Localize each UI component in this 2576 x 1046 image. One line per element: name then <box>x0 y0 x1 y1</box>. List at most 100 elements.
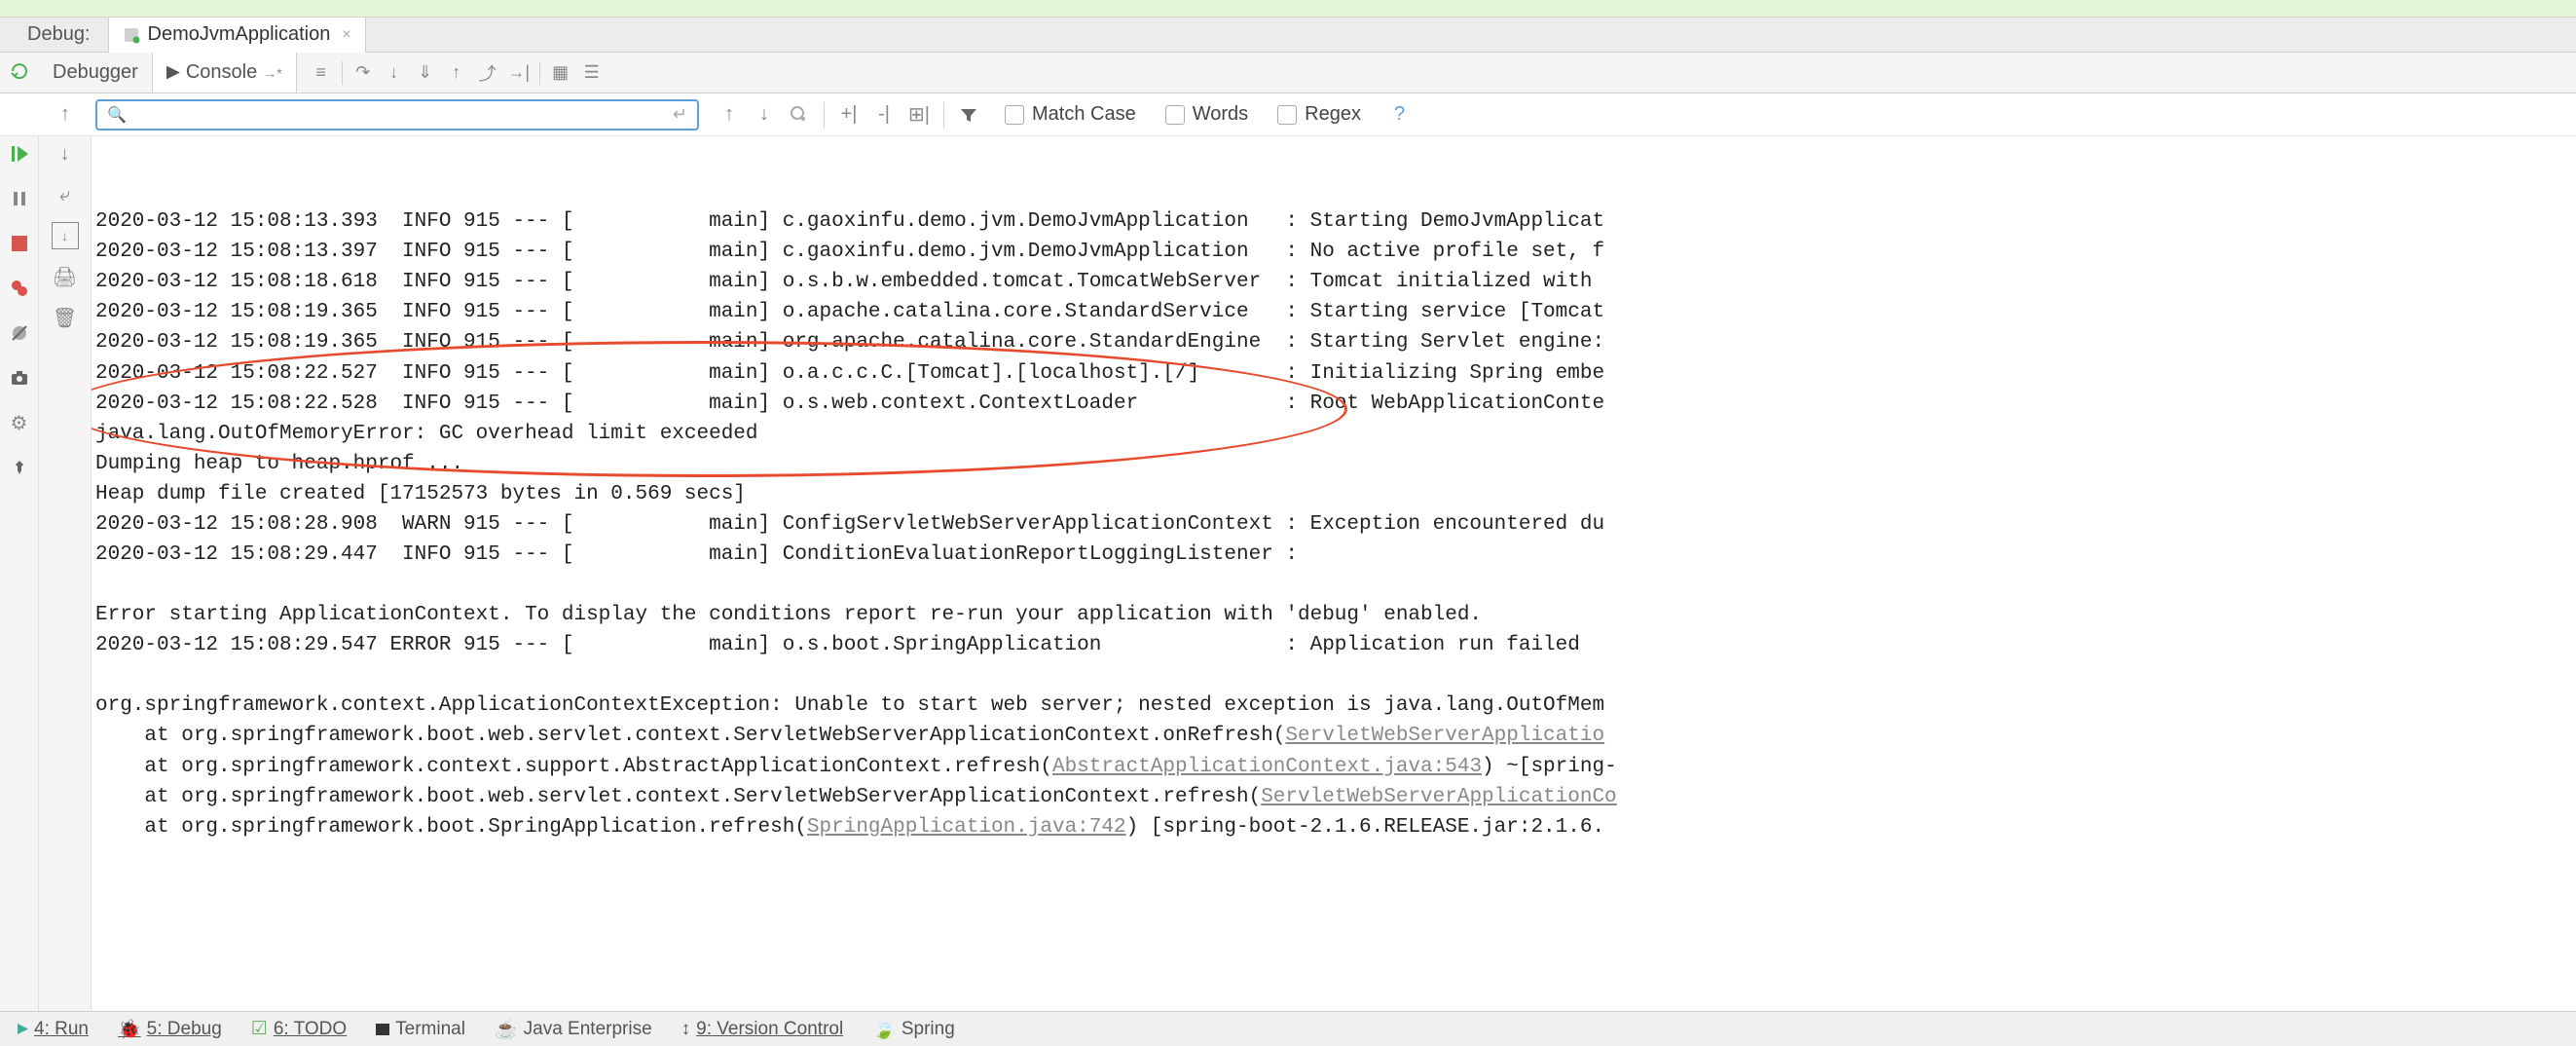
check-icon: ☑ <box>251 1018 268 1040</box>
step-out-icon[interactable]: ↑ <box>442 58 471 88</box>
remove-selection-icon[interactable]: -| <box>867 98 901 131</box>
words-label: Words <box>1193 103 1248 126</box>
regex-checkbox[interactable]: Regex <box>1277 103 1361 126</box>
console-line: 2020-03-12 15:08:22.528 INFO 915 --- [ m… <box>95 389 2572 419</box>
debug-tool-button[interactable]: 🐞 5: Debug <box>118 1018 222 1041</box>
console-line: org.springframework.context.ApplicationC… <box>95 691 2572 721</box>
vcs-tool-button[interactable]: ↕ 9: Version Control <box>681 1019 844 1040</box>
console-line: at org.springframework.boot.SpringApplic… <box>95 812 2572 842</box>
console-output[interactable]: 2020-03-12 15:08:13.393 INFO 915 --- [ m… <box>92 136 2576 1011</box>
print-icon[interactable]: 🖨 <box>52 263 79 290</box>
source-link[interactable]: ServletWebServerApplicationCo <box>1261 786 1616 808</box>
todo-tool-button[interactable]: ☑ 6: TODO <box>251 1018 347 1040</box>
top-green-bar <box>0 0 2576 18</box>
console-line: 2020-03-12 15:08:13.393 INFO 915 --- [ m… <box>95 206 2572 237</box>
console-line: 2020-03-12 15:08:19.365 INFO 915 --- [ m… <box>95 327 2572 357</box>
separator <box>824 102 825 128</box>
regex-label: Regex <box>1305 103 1361 126</box>
bottom-tool-bar: 4: Run 🐞 5: Debug ☑ 6: TODO Terminal ☕ J… <box>0 1011 2576 1046</box>
bug-icon: 🐞 <box>118 1018 141 1041</box>
toolbar-row: Debugger Console →* ≡ ↷ ↓ ⇓ ↑ ⤴ →| ▦ ☰ <box>0 53 2576 93</box>
vcs-tool-label: 9: Version Control <box>696 1019 843 1039</box>
settings-icon[interactable]: ⚙ <box>6 409 33 436</box>
console-line: 2020-03-12 15:08:28.908 WARN 915 --- [ m… <box>95 509 2572 540</box>
toggle-lines-icon[interactable]: ≡ <box>307 58 336 88</box>
debug-tool-label: 5: Debug <box>147 1019 222 1039</box>
console-line: 2020-03-12 15:08:18.618 INFO 915 --- [ m… <box>95 267 2572 297</box>
trace-icon[interactable]: ☰ <box>577 58 607 88</box>
scroll-up-icon[interactable]: ↑ <box>52 101 79 129</box>
debug-tab-bar: Debug: DemoJvmApplication × <box>0 18 2576 53</box>
stop-icon[interactable] <box>6 230 33 257</box>
source-link[interactable]: ServletWebServerApplicatio <box>1285 725 1604 747</box>
console-line: Heap dump file created [17152573 bytes i… <box>95 479 2572 509</box>
terminal-tool-button[interactable]: Terminal <box>376 1019 465 1040</box>
mute-breakpoints-icon[interactable] <box>6 319 33 347</box>
console-tab[interactable]: Console →* <box>153 53 297 93</box>
help-icon[interactable]: ? <box>1394 103 1405 126</box>
separator <box>943 102 944 128</box>
run-to-cursor-icon[interactable]: →| <box>504 58 534 88</box>
terminal-tool-label: Terminal <box>395 1019 465 1040</box>
spring-tool-label: Spring <box>902 1019 955 1040</box>
console-controls-gutter: ↓ ⤶ ↓ 🖨 🗑 <box>39 136 92 1011</box>
add-selection-icon[interactable]: +| <box>832 98 865 131</box>
spring-icon: 🍃 <box>872 1018 896 1041</box>
step-into-icon[interactable]: ↓ <box>380 58 409 88</box>
debugger-tab[interactable]: Debugger <box>39 53 153 93</box>
drop-frame-icon[interactable]: ⤴ <box>473 58 502 88</box>
close-icon[interactable]: × <box>342 26 350 44</box>
camera-icon[interactable] <box>6 364 33 392</box>
debug-label: Debug: <box>10 23 108 46</box>
next-match-icon[interactable]: ↓ <box>748 98 781 131</box>
match-case-checkbox[interactable]: Match Case <box>1005 103 1136 126</box>
console-line: java.lang.OutOfMemoryError: GC overhead … <box>95 419 2572 449</box>
pin-icon[interactable] <box>6 454 33 481</box>
console-line: at org.springframework.context.support.A… <box>95 752 2572 782</box>
debug-tab-active[interactable]: DemoJvmApplication × <box>108 18 366 53</box>
checkbox-icon <box>1165 105 1185 125</box>
play-icon <box>18 1024 28 1034</box>
scroll-to-end-icon[interactable]: ↓ <box>52 222 79 249</box>
spring-tool-button[interactable]: 🍃 Spring <box>872 1018 955 1041</box>
step-over-icon[interactable]: ↷ <box>349 58 378 88</box>
source-link[interactable]: SpringApplication.java:742 <box>807 816 1126 839</box>
arrow-right-icon: →* <box>263 65 281 81</box>
pause-icon[interactable] <box>6 185 33 212</box>
select-all-icon[interactable]: ⊞| <box>902 98 936 131</box>
prev-match-icon[interactable]: ↑ <box>713 98 746 131</box>
separator <box>342 61 343 85</box>
words-checkbox[interactable]: Words <box>1165 103 1248 126</box>
java-ee-tool-button[interactable]: ☕ Java Enterprise <box>495 1018 652 1041</box>
console-line: Dumping heap to heap.hprof ... <box>95 449 2572 479</box>
evaluate-icon[interactable]: ▦ <box>546 58 575 88</box>
soft-wrap-icon[interactable]: ⤶ <box>52 181 79 208</box>
resume-icon[interactable] <box>6 140 33 168</box>
view-breakpoints-icon[interactable] <box>6 275 33 302</box>
play-icon <box>166 66 180 80</box>
source-link[interactable]: AbstractApplicationContext.java:543 <box>1052 756 1482 778</box>
console-line: at org.springframework.boot.web.servlet.… <box>95 721 2572 751</box>
run-tool-button[interactable]: 4: Run <box>18 1019 89 1040</box>
console-tab-label: Console <box>186 61 257 84</box>
search-box[interactable]: 🔍 ↵ <box>95 99 699 131</box>
debug-tab-label: DemoJvmApplication <box>148 23 331 46</box>
enter-icon: ↵ <box>673 104 687 125</box>
checkbox-icon <box>1277 105 1297 125</box>
rerun-icon[interactable] <box>9 60 30 85</box>
clear-icon[interactable]: 🗑 <box>52 304 79 331</box>
debug-controls-gutter: ⚙ <box>0 136 39 1011</box>
search-input[interactable] <box>132 104 673 125</box>
force-step-into-icon[interactable]: ⇓ <box>411 58 440 88</box>
filter-icon[interactable] <box>952 98 985 131</box>
console-line: 2020-03-12 15:08:13.397 INFO 915 --- [ m… <box>95 237 2572 267</box>
find-all-icon[interactable] <box>783 98 816 131</box>
rerun-gutter <box>0 53 39 93</box>
main-area: ⚙ ↓ ⤶ ↓ 🖨 🗑 2020-03-12 15:08:13.393 INFO… <box>0 136 2576 1011</box>
terminal-icon <box>376 1024 389 1035</box>
console-line <box>95 660 2572 691</box>
debugger-tab-label: Debugger <box>53 61 138 84</box>
scroll-down-icon[interactable]: ↓ <box>52 140 79 168</box>
app-icon <box>123 26 140 44</box>
todo-tool-label: 6: TODO <box>274 1019 347 1039</box>
